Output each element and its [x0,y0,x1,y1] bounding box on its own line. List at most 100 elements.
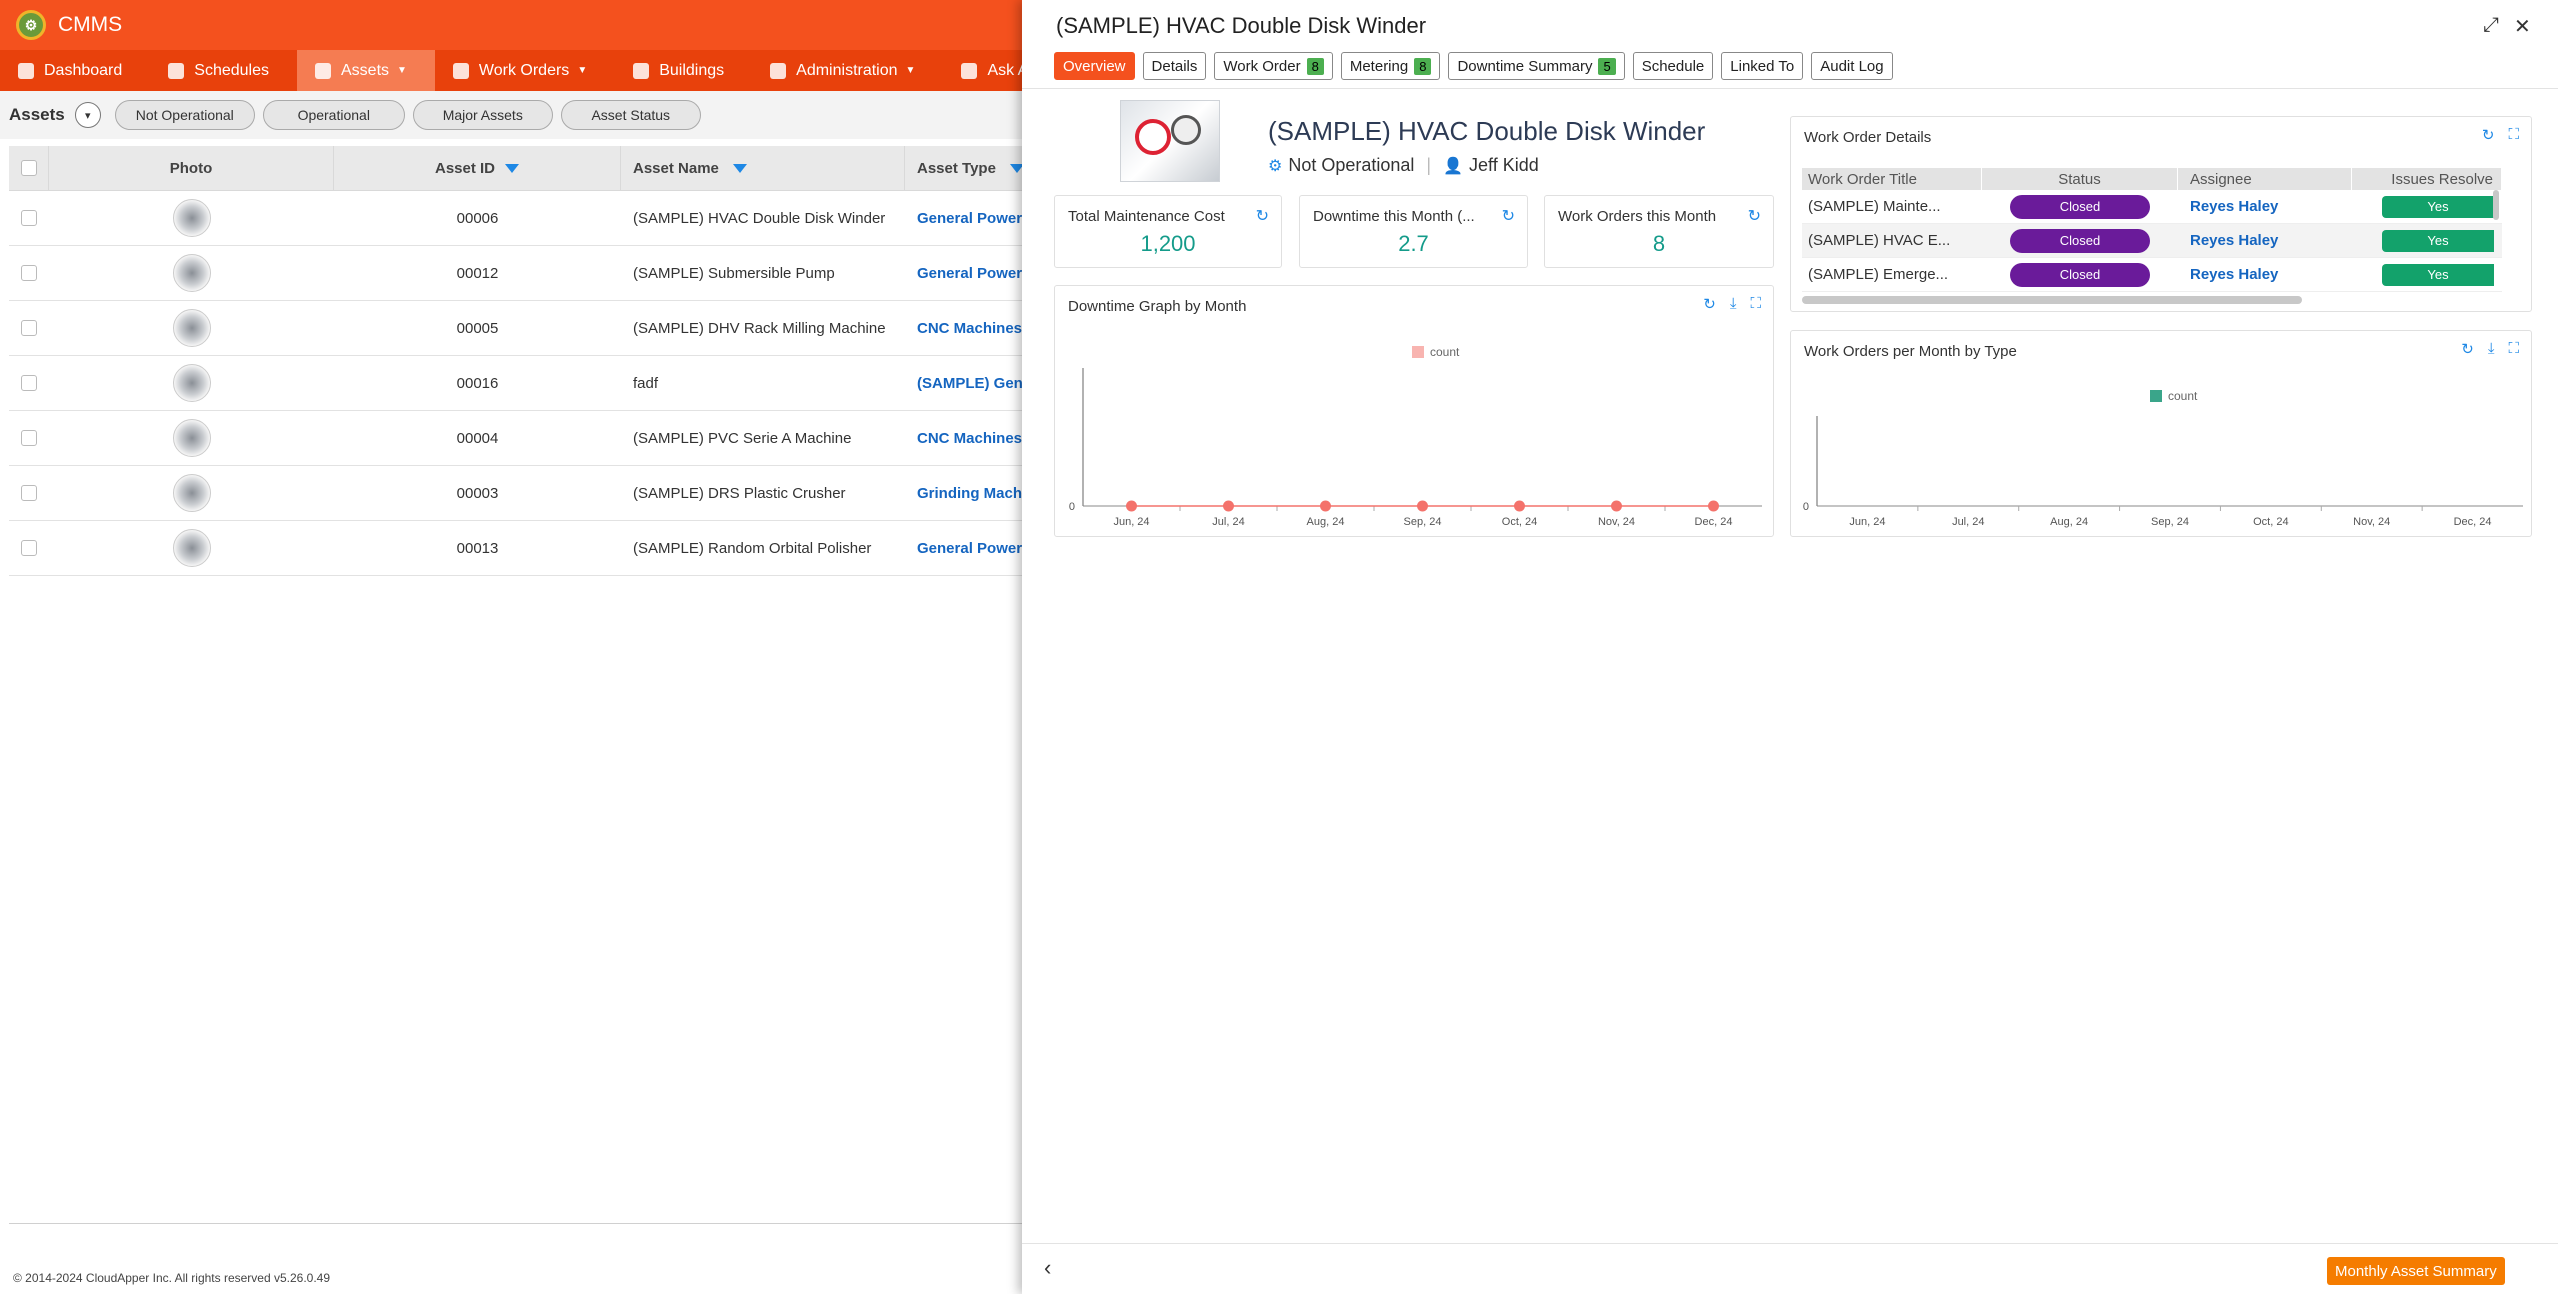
tab-audit-log[interactable]: Audit Log [1811,52,1893,80]
table-row[interactable]: (SAMPLE) Emerge... Closed Reyes Haley Yes [1802,258,2502,292]
asset-thumbnail[interactable] [172,419,211,457]
asset-type-link[interactable]: General Power T [917,540,1022,557]
tab-linked-to[interactable]: Linked To [1721,52,1804,80]
asset-type-link[interactable]: (SAMPLE) Gener [917,375,1022,392]
row-checkbox[interactable] [9,466,49,520]
asset-thumbnail[interactable] [172,309,211,347]
checkbox[interactable] [21,540,37,556]
data-point[interactable] [1514,500,1525,512]
row-checkbox[interactable] [9,191,49,245]
asset-type-link[interactable]: General Power T [917,210,1022,227]
photo-cell [49,246,334,300]
checkbox[interactable] [21,265,37,281]
assignee-link[interactable]: Reyes Haley [2190,198,2278,215]
asset-id-cell: 00016 [456,374,499,392]
tab-metering[interactable]: Metering 8 [1340,52,1441,80]
column-header[interactable]: Assignee [2178,168,2352,190]
data-point[interactable] [1417,500,1428,512]
nav-item-buildings[interactable]: Buildings [615,50,752,91]
refresh-icon[interactable]: ↻ [1748,206,1761,226]
monthly-asset-summary-button[interactable]: Monthly Asset Summary [2327,1257,2505,1285]
asset-type-link[interactable]: General Power T [917,265,1022,282]
x-tick-label: Aug, 24 [1307,516,1345,528]
filter-not-operational[interactable]: Not Operational [114,100,255,130]
horizontal-scrollbar[interactable] [1802,296,2302,304]
table-row[interactable]: 00013 (SAMPLE) Random Orbital Polisher Gen… [9,521,1022,576]
assignee-link[interactable]: Reyes Haley [2190,232,2278,249]
row-checkbox[interactable] [9,246,49,300]
table-row[interactable]: 00005 (SAMPLE) DHV Rack Milling Machine CN… [9,301,1022,356]
app-logo-icon[interactable]: ⚙ [16,10,46,40]
table-row[interactable]: 00003 (SAMPLE) DRS Plastic Crusher Grindin… [9,466,1022,521]
refresh-icon[interactable]: ↻ [1502,206,1515,226]
assignee-link[interactable]: Reyes Haley [2190,266,2278,283]
nav-item-ask-ai[interactable]: Ask AI [943,50,1022,91]
nav-item-assets[interactable]: Assets ▼ [297,50,435,91]
filter-asset-status[interactable]: Asset Status [560,100,701,130]
close-icon[interactable]: ✕ [2514,14,2531,39]
column-header-asset-name[interactable]: Asset Name [621,146,905,190]
fullscreen-icon[interactable]: ⛶ [2508,126,2519,144]
tab-work-order[interactable]: Work Order 8 [1214,52,1333,80]
table-row[interactable]: 00016 fadf (SAMPLE) Gener [9,356,1022,411]
data-point[interactable] [1611,500,1622,512]
table-row[interactable]: 00006 (SAMPLE) HVAC Double Disk Winder Gen… [9,191,1022,246]
column-header[interactable]: Work Order Title [1802,168,1982,190]
row-checkbox[interactable] [9,301,49,355]
grid-header: Photo Asset ID Asset Name Asset Type [9,146,1022,191]
column-header-asset-type[interactable]: Asset Type [905,146,1022,190]
vertical-scrollbar[interactable] [2493,190,2499,220]
checkbox[interactable] [21,320,37,336]
asset-thumbnail[interactable] [172,254,211,292]
data-point[interactable] [1223,500,1234,512]
filter-operational[interactable]: Operational [262,100,405,130]
asset-thumbnail[interactable] [172,364,211,402]
asset-type-link[interactable]: CNC Machines [917,320,1022,337]
refresh-icon[interactable]: ↻ [2482,126,2495,144]
select-all-checkbox[interactable] [9,146,49,190]
tab-details[interactable]: Details [1142,52,1207,80]
nav-item-work-orders[interactable]: Work Orders ▼ [435,50,615,91]
chevron-down-icon[interactable]: ▾ [74,102,101,128]
column-header[interactable]: Issues Resolve [2352,168,2502,190]
table-row[interactable]: 00004 (SAMPLE) PVC Serie A Machine CNC Mac… [9,411,1022,466]
checkbox[interactable] [21,430,37,446]
filter-major-assets[interactable]: Major Assets [412,100,553,130]
checkbox[interactable] [21,210,37,226]
tab-overview[interactable]: Overview [1054,52,1135,80]
x-tick-label: Nov, 24 [2353,516,2390,528]
data-point[interactable] [1320,500,1331,512]
refresh-icon[interactable]: ↻ [1256,206,1269,226]
tab-downtime-summary[interactable]: Downtime Summary 5 [1448,52,1625,80]
back-icon[interactable]: ‹ [1044,1255,1051,1281]
asset-thumbnail[interactable] [172,474,211,512]
filter-icon[interactable] [1009,163,1022,173]
asset-id-cell: 00004 [456,429,499,447]
asset-thumbnail[interactable] [172,529,211,567]
nav-item-administration[interactable]: Administration ▼ [752,50,943,91]
column-header-asset-id[interactable]: Asset ID [334,146,621,190]
nav-item-schedules[interactable]: Schedules [150,50,297,91]
expand-icon[interactable]: ⤢ [2483,14,2499,37]
row-checkbox[interactable] [9,356,49,410]
row-checkbox[interactable] [9,521,49,575]
asset-type-link[interactable]: Grinding Machin [917,485,1022,502]
checkbox[interactable] [21,485,37,501]
asset-type-link[interactable]: CNC Machines [917,430,1022,447]
row-checkbox[interactable] [9,411,49,465]
filter-icon[interactable] [505,163,520,173]
table-row[interactable]: 00012 (SAMPLE) Submersible Pump General Po… [9,246,1022,301]
nav-item-dashboard[interactable]: Dashboard [0,50,150,91]
data-point[interactable] [1708,500,1719,512]
nav-label: Work Orders [478,61,570,79]
column-header[interactable]: Status [1982,168,2178,190]
checkbox[interactable] [21,375,37,391]
table-row[interactable]: (SAMPLE) Mainte... Closed Reyes Haley Yes [1802,190,2502,224]
asset-owner[interactable]: Jeff Kidd [1469,155,1539,176]
asset-thumbnail[interactable] [172,199,211,237]
data-point[interactable] [1126,500,1137,512]
filter-icon[interactable] [732,163,747,173]
column-header-photo[interactable]: Photo [49,146,334,190]
tab-schedule[interactable]: Schedule [1632,52,1714,80]
table-row[interactable]: (SAMPLE) HVAC E... Closed Reyes Haley Yes [1802,224,2502,258]
